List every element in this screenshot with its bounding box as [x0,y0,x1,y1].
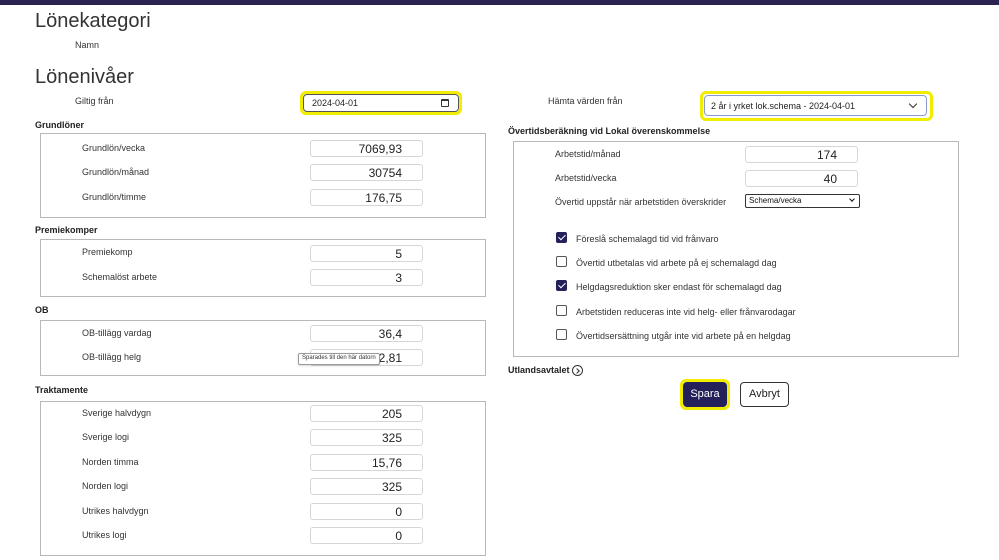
chevron-down-icon [849,196,855,202]
page-title: Lönekategori [35,10,151,32]
row-label: Utrikes logi [82,530,127,540]
ob-vardag-input[interactable] [310,325,423,342]
valid-from-date-input[interactable]: 2024-04-01 [303,94,459,112]
abroad-agreement-label: Utlandsavtalet [508,365,570,375]
calendar-icon[interactable] [441,99,449,107]
fetch-values-label: Hämta värden från [548,96,623,106]
cancel-button[interactable]: Avbryt [740,382,789,407]
top-bar [0,0,999,5]
fetch-values-select[interactable]: 2 år i yrket lok.schema - 2024-04-01 [704,95,927,116]
row-label: Grundlön/timme [82,192,147,202]
section-title-traktamente: Traktamente [35,385,89,395]
checkbox-label: Övertidsersättning utgår inte vid arbete… [576,331,791,341]
row-label: Grundlön/vecka [82,143,146,153]
row-label: Schemalöst arbete [82,272,158,282]
sverige-logi-input[interactable] [310,429,423,446]
checkbox-label: Föreslå schemalagd tid vid frånvaro [576,234,719,244]
row-label: Grundlön/månad [82,167,150,177]
section-title-ob: OB [35,305,49,315]
valid-from-label: Giltig från [75,96,114,106]
checkbox-no-compensation-holiday[interactable] [556,329,567,340]
expand-chevron-icon[interactable] [572,365,583,376]
autofill-tooltip: Sparades till den här datorn [298,353,380,365]
row-label: Sverige halvdygn [82,408,152,418]
utrikes-halvdygn-input[interactable] [310,503,423,520]
levels-title: Lönenivåer [35,66,134,88]
threshold-selected: Schema/vecka [749,196,802,205]
row-label: OB-tillägg vardag [82,328,152,338]
grundlon-timme-input[interactable] [310,189,423,206]
checkbox-holiday-reduction[interactable] [556,280,567,291]
grundlon-vecka-input[interactable] [310,140,423,157]
section-title-overtime: Övertidsberäkning vid Lokal överenskomme… [508,126,711,136]
norden-timma-input[interactable] [310,454,423,471]
row-label: Norden logi [82,481,129,491]
arbetstid-vecka-input[interactable] [745,170,858,187]
arbetstid-manad-input[interactable] [745,146,858,163]
checkbox-no-reduction-holiday-absence[interactable] [556,305,567,316]
save-button[interactable]: Spara [683,382,727,407]
row-label: Sverige logi [82,432,130,442]
checkbox-label: Arbetstiden reduceras inte vid helg- ell… [576,307,796,317]
row-label: Arbetstid/månad [555,149,621,159]
norden-logi-input[interactable] [310,478,423,495]
chevron-down-icon [908,99,918,109]
row-label: OB-tillägg helg [82,352,142,362]
section-title-grundloner: Grundlöner [35,120,84,130]
threshold-select[interactable]: Schema/vecka [745,194,860,208]
checkbox-overtime-unscheduled-day[interactable] [556,256,567,267]
fetch-values-selected: 2 år i yrket lok.schema - 2024-04-01 [711,101,856,111]
row-label: Utrikes halvdygn [82,506,149,516]
valid-from-date-value: 2024-04-01 [312,98,359,108]
checkbox-label: Övertid utbetalas vid arbete på ej schem… [576,258,777,268]
sverige-halvdygn-input[interactable] [310,405,423,422]
checkbox-label: Helgdagsreduktion sker endast för schema… [576,282,782,292]
row-label: Norden timma [82,457,139,467]
premiekomp-input[interactable] [310,245,423,262]
grundlon-manad-input[interactable] [310,164,423,181]
threshold-label: Övertid uppstår när arbetstiden överskri… [555,197,727,207]
name-label: Namn [75,40,100,50]
row-label: Premiekomp [82,247,133,257]
row-label: Arbetstid/vecka [555,173,617,183]
section-title-premiekomper: Premiekomper [35,225,98,235]
schemalost-arbete-input[interactable] [310,269,423,286]
checkbox-suggest-scheduled-time[interactable] [556,232,567,243]
utrikes-logi-input[interactable] [310,527,423,544]
